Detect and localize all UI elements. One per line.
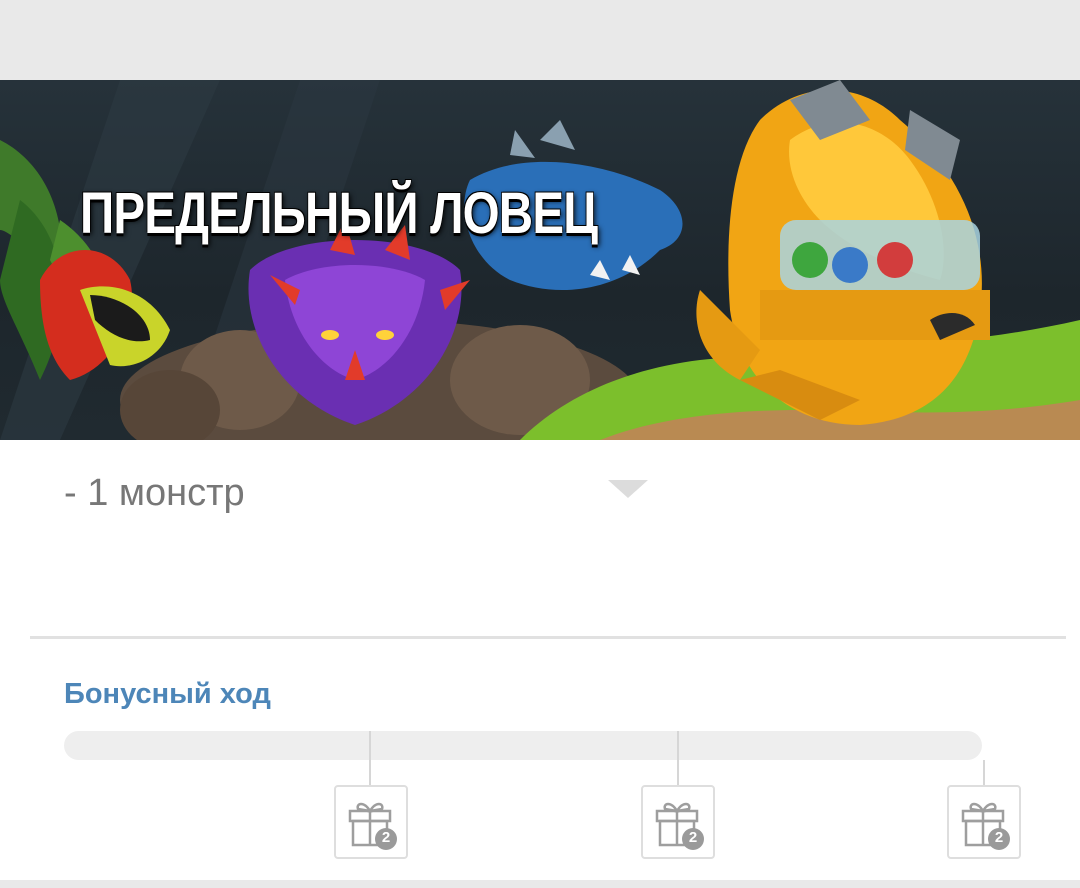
progress-milestone-tick <box>677 731 679 785</box>
banner-title: ПРЕДЕЛЬНЫЙ ЛОВЕЦ <box>80 181 598 246</box>
bonus-section-title: Бонусный ход <box>64 678 271 710</box>
reward-box-2[interactable]: 2 <box>641 785 715 859</box>
bottom-bar <box>0 880 1080 888</box>
event-banner[interactable]: ПРЕДЕЛЬНЫЙ ЛОВЕЦ <box>0 80 1080 440</box>
bonus-progress-bar <box>64 731 982 760</box>
section-divider <box>30 636 1066 639</box>
reward-count: 2 <box>994 829 1004 846</box>
offer-item-text: - 1 монстр <box>64 472 245 514</box>
gift-icon <box>348 802 397 850</box>
reward-count: 2 <box>381 829 391 846</box>
progress-milestone-tick <box>369 731 371 785</box>
reward-box-3[interactable]: 2 <box>947 785 1021 859</box>
gift-icon <box>655 802 704 850</box>
top-bar <box>0 0 1080 80</box>
chevron-down-icon[interactable] <box>608 480 648 498</box>
banner-artwork <box>0 80 1080 440</box>
gift-icon <box>961 802 1010 850</box>
reward-count: 2 <box>688 829 698 846</box>
progress-milestone-tick <box>983 760 985 785</box>
reward-box-1[interactable]: 2 <box>334 785 408 859</box>
